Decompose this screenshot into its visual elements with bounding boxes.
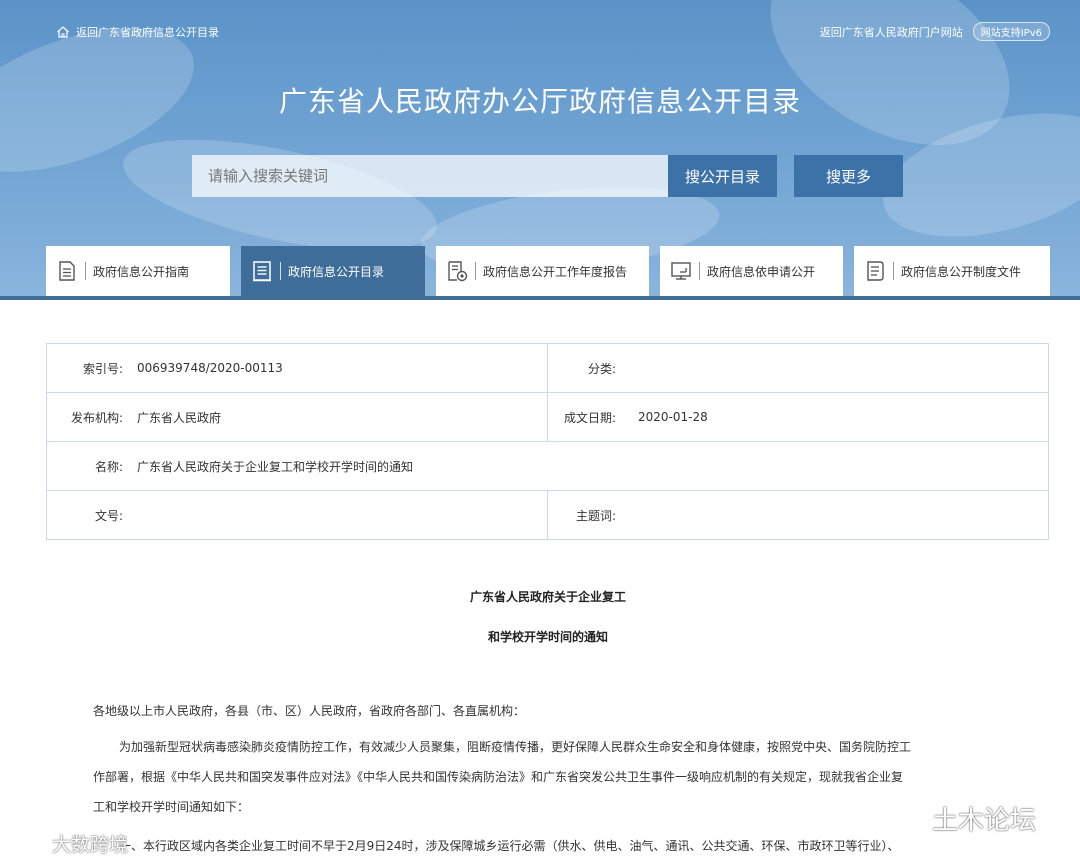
home-icon	[57, 26, 69, 38]
metadata-row: 名称: 广东省人民政府关于企业复工和学校开学时间的通知	[47, 441, 1048, 490]
tab-separator	[280, 262, 281, 280]
ipv6-badge: 网站支持IPv6	[972, 22, 1050, 41]
publisher-label: 发布机构:	[70, 410, 123, 425]
tab-annual-report[interactable]: 政府信息公开工作年度报告	[436, 246, 649, 296]
catalog-icon	[253, 261, 271, 282]
report-icon	[448, 261, 468, 282]
tab-disclosure-guide[interactable]: 政府信息公开指南	[46, 246, 230, 296]
doc-number-label: 文号:	[94, 508, 123, 523]
publisher-value: 广东省人民政府	[137, 410, 222, 425]
category-label: 分类:	[587, 361, 616, 376]
tab-label: 政府信息公开指南	[93, 264, 190, 279]
written-date-value: 2020-01-28	[638, 410, 708, 424]
search-input[interactable]	[192, 155, 668, 197]
watermark-left: 大数跨境	[8, 830, 128, 857]
metadata-cell: 成文日期: 2020-01-28	[548, 393, 1048, 441]
metadata-row: 发布机构: 广东省人民政府 成文日期: 2020-01-28	[47, 392, 1048, 441]
metadata-cell: 发布机构: 广东省人民政府	[47, 393, 548, 441]
written-date-label: 成文日期:	[563, 410, 616, 425]
file-list-icon	[867, 261, 884, 281]
site-title: 广东省人民政府办公厅政府信息公开目录	[278, 85, 801, 118]
doc-name-label: 名称:	[94, 459, 123, 474]
tab-policy-documents[interactable]: 政府信息公开制度文件	[854, 246, 1050, 296]
document-salutation: 各地级以上市人民政府，各县（市、区）人民政府，省政府各部门、各直属机构：	[93, 704, 526, 718]
banner-bottom-border	[0, 296, 1080, 300]
index-number-value: 006939748/2020-00113	[137, 361, 283, 375]
keywords-label: 主题词:	[575, 508, 616, 523]
document-paragraph-line: 为加强新型冠状病毒感染肺炎疫情防控工作，有效减少人员聚集，阻断疫情传播，更好保障…	[119, 740, 912, 754]
metadata-cell: 主题词:	[548, 491, 1048, 539]
portal-link[interactable]: 返回广东省人民政府门户网站	[820, 24, 963, 40]
document-title-line2: 和学校开学时间的通知	[487, 630, 608, 644]
tab-disclosure-catalog[interactable]: 政府信息公开目录	[241, 246, 425, 296]
document-title-line1: 广东省人民政府关于企业复工	[469, 590, 626, 604]
nav-tabs: 政府信息公开指南 政府信息公开目录 政府信息公开工作年度报告 政府信息依申请公开…	[46, 246, 1050, 296]
watermark-right-text: 土木论坛	[932, 806, 1037, 836]
tab-label: 政府信息依申请公开	[707, 264, 816, 279]
search-bar: 搜公开目录 搜更多	[192, 155, 903, 197]
tab-separator	[893, 262, 894, 280]
monitor-icon	[671, 262, 691, 280]
metadata-row: 文号: 主题词:	[47, 490, 1048, 539]
document-paragraph-line: 工和学校开学时间通知如下：	[93, 800, 250, 814]
wechat-icon	[892, 805, 924, 831]
document-metadata-table: 索引号: 006939748/2020-00113 分类: 发布机构: 广东省人…	[46, 343, 1049, 540]
metadata-cell: 文号:	[47, 491, 548, 539]
watermark-right: 土木论坛	[890, 800, 1036, 837]
topbar-right: 返回广东省人民政府门户网站 网站支持IPv6	[820, 22, 1050, 41]
search-catalog-button[interactable]: 搜公开目录	[668, 155, 777, 197]
document-paragraph-line: 作部署，根据《中华人民共和国突发事件应对法》《中华人民共和国传染病防治法》和广东…	[93, 770, 904, 784]
watermark-logo-icon	[9, 835, 46, 853]
metadata-cell: 分类:	[548, 344, 1048, 392]
tab-separator	[85, 262, 86, 280]
tab-label: 政府信息公开工作年度报告	[483, 264, 628, 279]
document-icon	[59, 261, 75, 281]
tab-separator	[699, 262, 700, 280]
tab-separator	[475, 262, 476, 280]
metadata-cell: 索引号: 006939748/2020-00113	[47, 344, 548, 392]
metadata-row: 索引号: 006939748/2020-00113 分类:	[47, 344, 1048, 392]
tab-on-request-disclosure[interactable]: 政府信息依申请公开	[660, 246, 843, 296]
index-number-label: 索引号:	[82, 361, 123, 376]
doc-name-value: 广东省人民政府关于企业复工和学校开学时间的通知	[137, 459, 414, 474]
search-more-button[interactable]: 搜更多	[794, 155, 903, 197]
document-paragraph-line: 一、本行政区域内各类企业复工时间不早于2月9日24时，涉及保障城乡运行必需（供水…	[119, 839, 900, 853]
back-to-catalog-link[interactable]: 返回广东省政府信息公开目录	[56, 24, 219, 40]
tab-label: 政府信息公开制度文件	[901, 264, 1022, 279]
tab-label: 政府信息公开目录	[288, 264, 385, 279]
back-to-catalog-label: 返回广东省政府信息公开目录	[76, 26, 219, 39]
watermark-left-text: 大数跨境	[52, 834, 129, 856]
metadata-cell: 名称: 广东省人民政府关于企业复工和学校开学时间的通知	[47, 442, 1048, 490]
